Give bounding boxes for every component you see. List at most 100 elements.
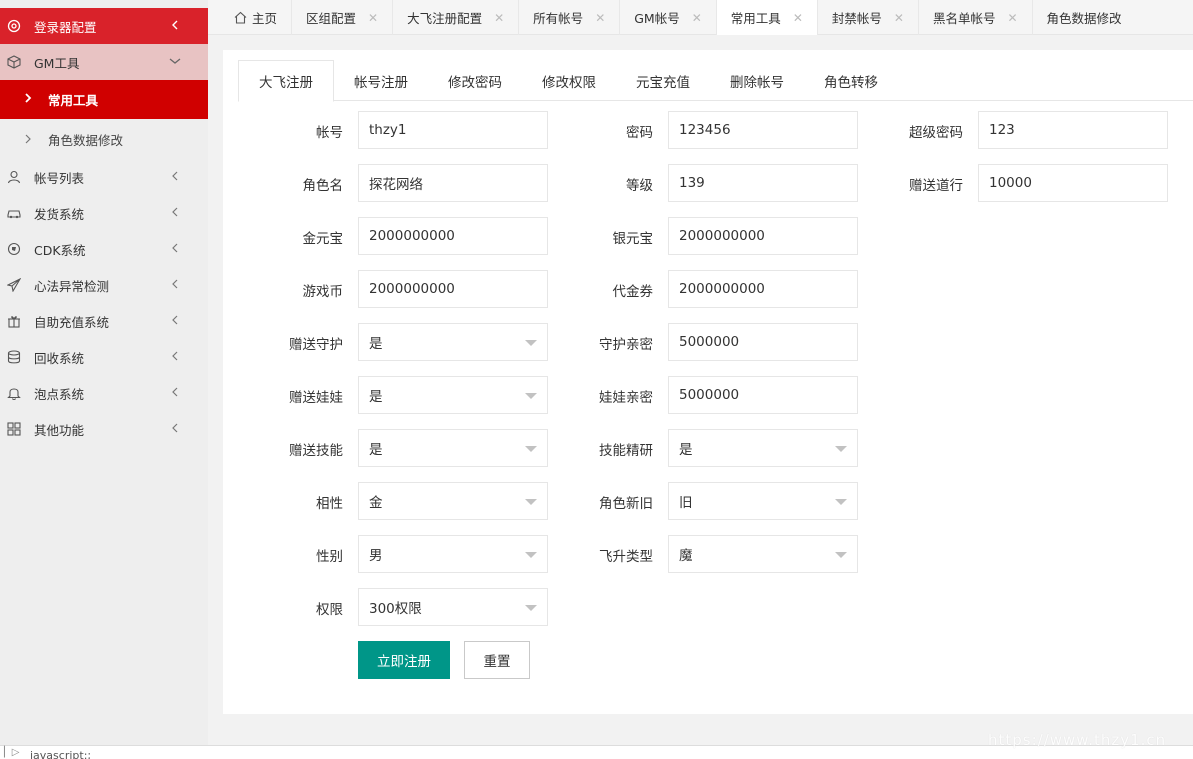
close-icon[interactable]: ✕ <box>368 11 378 25</box>
sidebar-item-other[interactable]: 其他功能 <box>0 411 208 447</box>
doll-intimacy-input[interactable] <box>668 376 858 414</box>
sidebar-item-label: 泡点系统 <box>34 386 85 402</box>
account-input[interactable] <box>358 111 548 149</box>
tab-gm-accounts[interactable]: GM帐号 ✕ <box>620 0 717 35</box>
sidebar-item-cdk[interactable]: CDK系统 <box>0 231 208 267</box>
skill-research-label: 技能精研 <box>599 443 653 459</box>
super-password-label: 超级密码 <box>909 125 963 141</box>
select-value: 男 <box>369 548 383 564</box>
tab-label: 所有帐号 <box>533 11 584 26</box>
sidebar-item-label: 其他功能 <box>34 422 85 438</box>
tab-zone-config[interactable]: 区组配置 ✕ <box>292 0 394 35</box>
sidebar-item-role-data-edit[interactable]: 角色数据修改 <box>0 119 208 159</box>
sidebar-item-xinfa-check[interactable]: 心法异常检测 <box>0 267 208 303</box>
sidebar-item-label: 常用工具 <box>48 93 99 108</box>
gift-guard-select[interactable]: 是 <box>358 323 548 361</box>
game-coin-input[interactable] <box>358 270 548 308</box>
tab-all-accounts[interactable]: 所有帐号 ✕ <box>519 0 621 35</box>
select-value: 是 <box>369 389 383 405</box>
level-input[interactable] <box>668 164 858 202</box>
select-value: 是 <box>369 336 383 352</box>
select-value: 300权限 <box>369 601 422 617</box>
page-tabs: 主页 区组配置 ✕ 大飞注册配置 ✕ 所有帐号 ✕ GM帐号 ✕ 常用工具 ✕ 封禁帐号 ✕… <box>208 0 1193 35</box>
sidebar-item-paodian[interactable]: 泡点系统 <box>0 375 208 411</box>
close-icon[interactable]: ✕ <box>494 11 504 25</box>
subtab-change-permission[interactable]: 修改权限 <box>522 60 616 101</box>
subtab-change-password[interactable]: 修改密码 <box>428 60 522 101</box>
subtab-account-register[interactable]: 帐号注册 <box>334 60 428 101</box>
select-value: 魔 <box>679 548 693 564</box>
gold-yuanbao-input[interactable] <box>358 217 548 255</box>
sidebar-item-label: GM工具 <box>34 55 80 71</box>
tab-common-tools[interactable]: 常用工具 ✕ <box>716 0 818 35</box>
sidebar-item-label: 帐号列表 <box>34 170 85 186</box>
subtab-delete-account[interactable]: 删除帐号 <box>710 60 804 101</box>
register-now-button[interactable]: 立即注册 <box>358 641 450 679</box>
game-coin-label: 游戏币 <box>302 284 344 300</box>
gear-icon <box>7 19 21 33</box>
tab-label: 主页 <box>252 11 278 26</box>
close-icon[interactable]: ✕ <box>894 11 904 25</box>
sidebar-item-common-tools[interactable]: 常用工具 <box>0 80 208 119</box>
globe-icon <box>7 242 21 256</box>
gift-doll-select[interactable]: 是 <box>358 376 548 414</box>
skill-research-select[interactable]: 是 <box>668 429 858 467</box>
close-icon[interactable]: ✕ <box>1007 11 1017 25</box>
home-icon <box>234 11 247 24</box>
chevron-left-icon <box>168 349 182 363</box>
reset-button[interactable]: 重置 <box>464 641 530 679</box>
gift-skill-select[interactable]: 是 <box>358 429 548 467</box>
daoxing-label: 赠送道行 <box>909 178 963 194</box>
tab-dafei-register-config[interactable]: 大飞注册配置 ✕ <box>393 0 520 35</box>
sidebar-item-accounts[interactable]: 帐号列表 <box>0 159 208 195</box>
voucher-input[interactable] <box>668 270 858 308</box>
sidebar-item-delivery[interactable]: 发货系统 <box>0 195 208 231</box>
element-select[interactable]: 金 <box>358 482 548 520</box>
subtab-dafei-register[interactable]: 大飞注册 <box>238 60 334 102</box>
sidebar-item-gm-tools[interactable]: GM工具 <box>0 44 208 80</box>
select-value: 是 <box>679 442 693 458</box>
level-label: 等级 <box>626 178 653 194</box>
sidebar-item-recycle[interactable]: 回收系统 <box>0 339 208 375</box>
tab-banned-accounts[interactable]: 封禁帐号 ✕ <box>818 0 919 35</box>
tab-blacklist-accounts[interactable]: 黑名单帐号 ✕ <box>919 0 1033 35</box>
subtab-yuanbao-recharge[interactable]: 元宝充值 <box>616 60 710 101</box>
role-age-select[interactable]: 旧 <box>668 482 858 520</box>
role-name-label: 角色名 <box>302 178 344 194</box>
daoxing-input[interactable] <box>978 164 1168 202</box>
chevron-left-icon <box>168 421 182 435</box>
tab-label: 黑名单帐号 <box>932 11 996 26</box>
tab-label: 大飞注册配置 <box>407 11 483 26</box>
caret-down-icon <box>835 499 847 505</box>
voucher-label: 代金券 <box>612 284 654 300</box>
subtab-role-transfer[interactable]: 角色转移 <box>804 60 898 101</box>
tab-role-data-edit[interactable]: 角色数据修改 <box>1033 0 1136 35</box>
password-input[interactable] <box>668 111 858 149</box>
caret-down-icon <box>525 499 537 505</box>
chevron-left-icon <box>168 241 182 255</box>
sidebar-item-launcher-config[interactable]: 登录器配置 <box>0 8 208 44</box>
gender-select[interactable]: 男 <box>358 535 548 573</box>
select-value: 旧 <box>679 495 693 511</box>
super-password-input[interactable] <box>978 111 1168 149</box>
caret-down-icon <box>525 446 537 452</box>
account-label: 帐号 <box>316 125 343 141</box>
ascend-type-select[interactable]: 魔 <box>668 535 858 573</box>
silver-yuanbao-input[interactable] <box>668 217 858 255</box>
close-icon[interactable]: ✕ <box>793 11 803 25</box>
role-age-label: 角色新旧 <box>599 496 653 512</box>
guard-intimacy-input[interactable] <box>668 323 858 361</box>
sidebar-item-label: 自助充值系统 <box>34 314 110 330</box>
permission-select[interactable]: 300权限 <box>358 588 548 626</box>
watermark: https://www.thzy1.cn <box>988 731 1167 749</box>
close-icon[interactable]: ✕ <box>595 11 605 25</box>
status-url: javascript:; <box>30 749 92 759</box>
tab-home[interactable]: 主页 <box>208 0 293 35</box>
bell-icon <box>7 386 21 400</box>
element-label: 相性 <box>316 496 343 512</box>
close-icon[interactable]: ✕ <box>692 11 702 25</box>
sidebar-item-label: 心法异常检测 <box>34 278 110 294</box>
sidebar-item-self-recharge[interactable]: 自助充值系统 <box>0 303 208 339</box>
role-name-input[interactable] <box>358 164 548 202</box>
content-card: 大飞注册 帐号注册 修改密码 修改权限 元宝充值 删除帐号 角色转移 帐号 密码… <box>223 50 1193 714</box>
